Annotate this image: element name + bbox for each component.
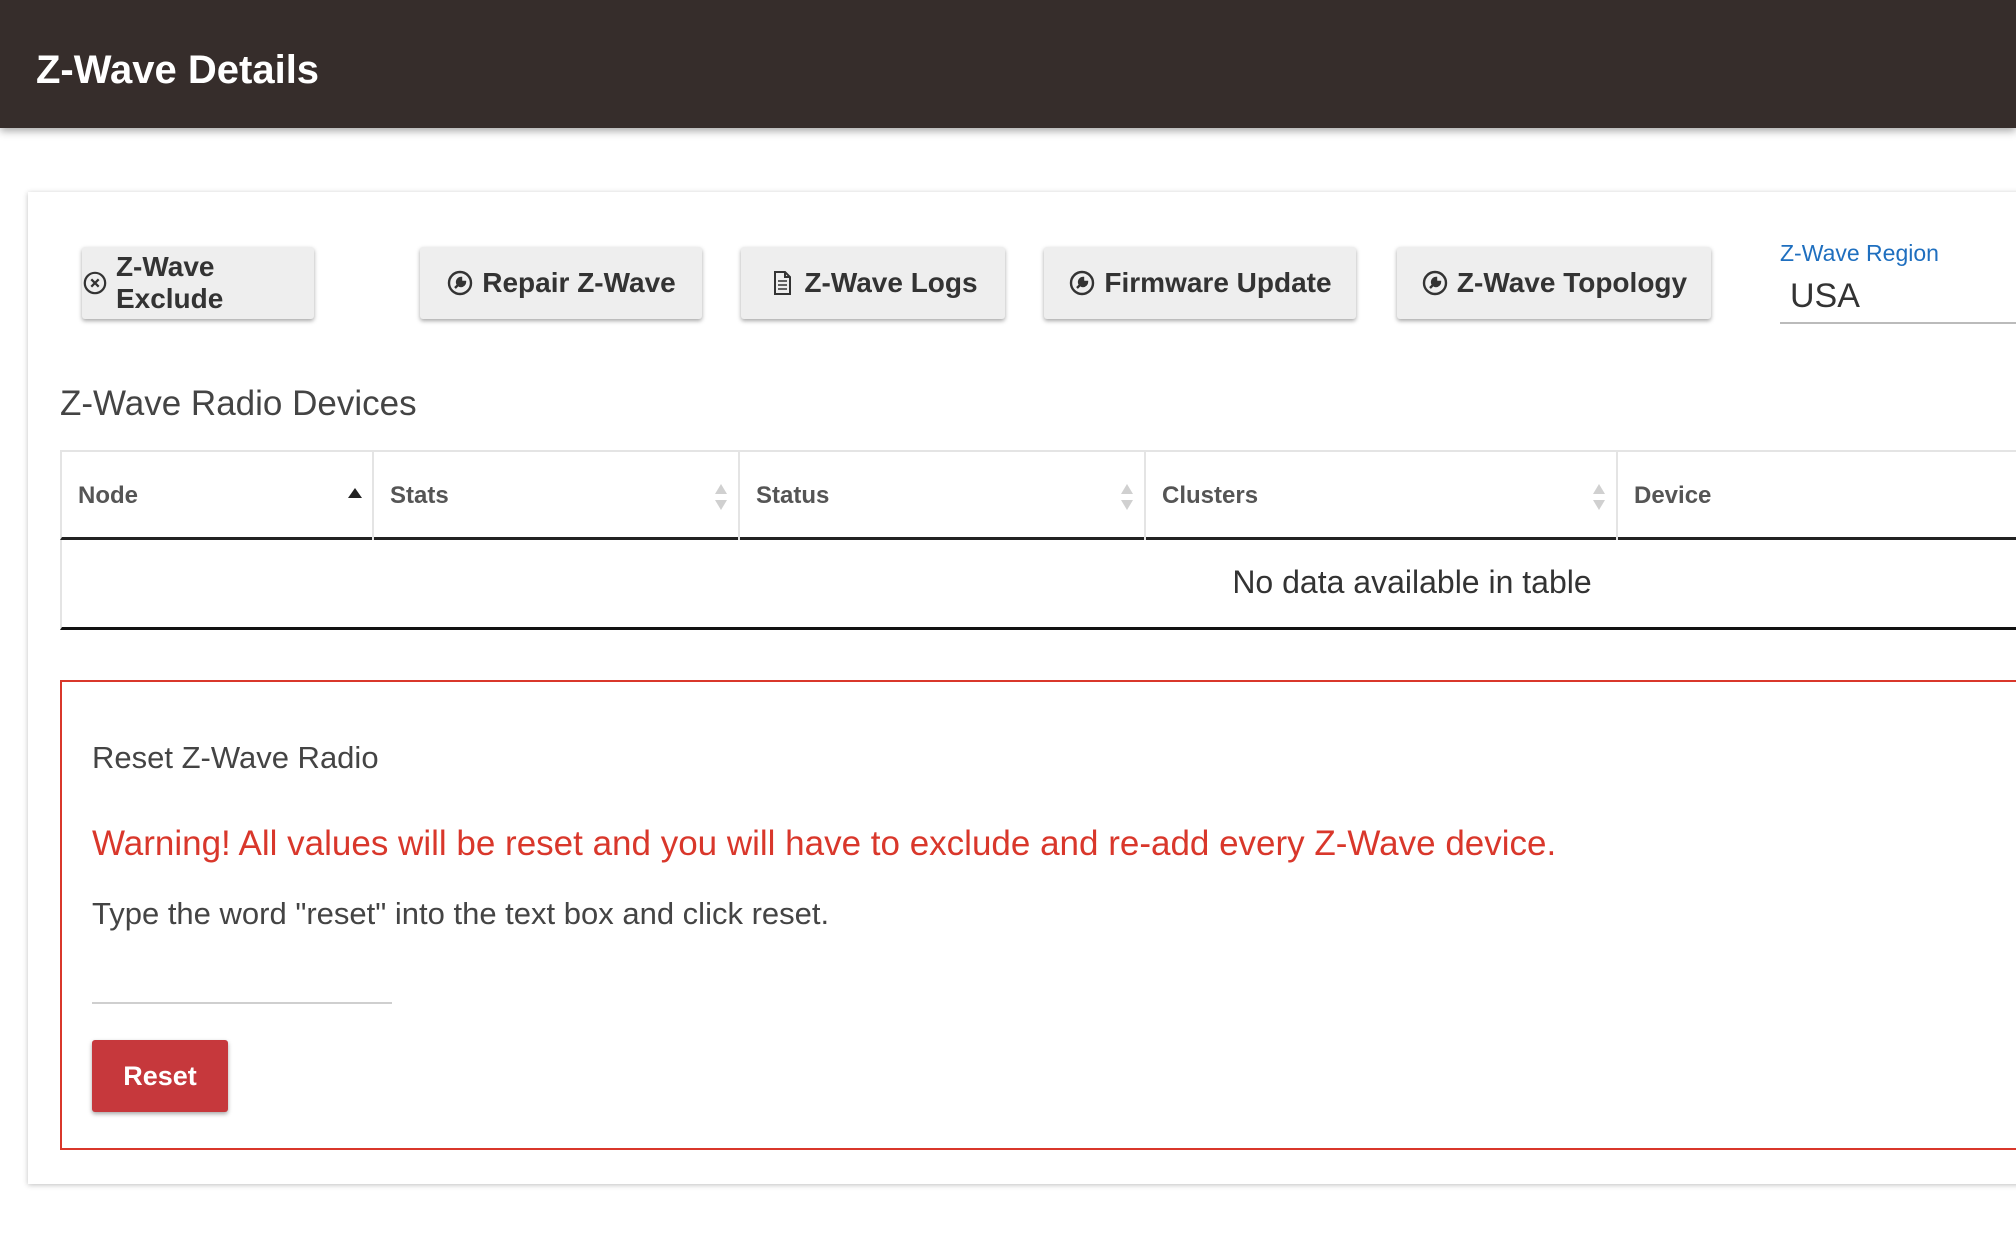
wrench-circle-icon xyxy=(1422,270,1448,296)
repair-zwave-label: Repair Z-Wave xyxy=(482,267,676,298)
reset-radio-title: Reset Z-Wave Radio xyxy=(92,740,379,775)
zwave-topology-button[interactable]: Z-Wave Topology xyxy=(1397,247,1711,319)
sort-both-icon xyxy=(715,484,727,510)
zwave-region-select[interactable]: USA xyxy=(1780,268,2016,324)
zwave-exclude-label: Z-Wave Exclude xyxy=(115,251,224,314)
circle-x-icon xyxy=(83,271,107,295)
zwave-topology-label: Z-Wave Topology xyxy=(1456,267,1688,298)
zwave-logs-label: Z-Wave Logs xyxy=(804,267,978,298)
wrench-circle-icon xyxy=(1070,270,1095,296)
zwave-logs-button[interactable]: Z-Wave Logs xyxy=(741,247,1005,319)
zwave-exclude-button[interactable]: Z-Wave Exclude xyxy=(82,247,314,319)
column-header-stats[interactable]: Stats xyxy=(374,452,740,540)
reset-button[interactable]: Reset xyxy=(92,1040,228,1112)
column-header-clusters[interactable]: Clusters xyxy=(1146,452,1618,540)
zwave-details-card: Z-Wave Exclude Repair Z-Wave Z-Wave Logs… xyxy=(28,192,2016,1184)
table-header: Node Stats Status Clusters Device xyxy=(60,450,2016,540)
zwave-region-label: Z-Wave Region xyxy=(1780,240,1939,266)
firmware-update-label: Firmware Update xyxy=(1104,267,1332,298)
column-header-node[interactable]: Node xyxy=(62,452,374,540)
wrench-circle-icon xyxy=(448,270,473,296)
document-icon xyxy=(774,271,792,295)
radio-devices-table: Node Stats Status Clusters Device No dat… xyxy=(60,450,2016,630)
sort-both-icon xyxy=(1121,484,1133,510)
column-header-status[interactable]: Status xyxy=(740,452,1146,540)
empty-table-message: No data available in table xyxy=(1232,564,1592,600)
column-header-device[interactable]: Device xyxy=(1618,452,2016,540)
page-title: Z-Wave Details xyxy=(36,48,320,92)
table-body: No data available in table xyxy=(60,540,2016,630)
sort-ascending-icon xyxy=(348,488,362,498)
reset-instructions: Type the word "reset" into the text box … xyxy=(92,896,830,931)
firmware-update-button[interactable]: Firmware Update xyxy=(1044,247,1356,319)
radio-devices-title: Z-Wave Radio Devices xyxy=(60,384,417,423)
reset-warning-text: Warning! All values will be reset and yo… xyxy=(92,824,1557,863)
sort-both-icon xyxy=(1593,484,1605,510)
top-app-bar: Z-Wave Details xyxy=(0,0,2016,128)
repair-zwave-button[interactable]: Repair Z-Wave xyxy=(420,247,702,319)
reset-radio-panel: Reset Z-Wave Radio Warning! All values w… xyxy=(60,680,2016,1150)
reset-confirm-input[interactable] xyxy=(92,952,392,1004)
